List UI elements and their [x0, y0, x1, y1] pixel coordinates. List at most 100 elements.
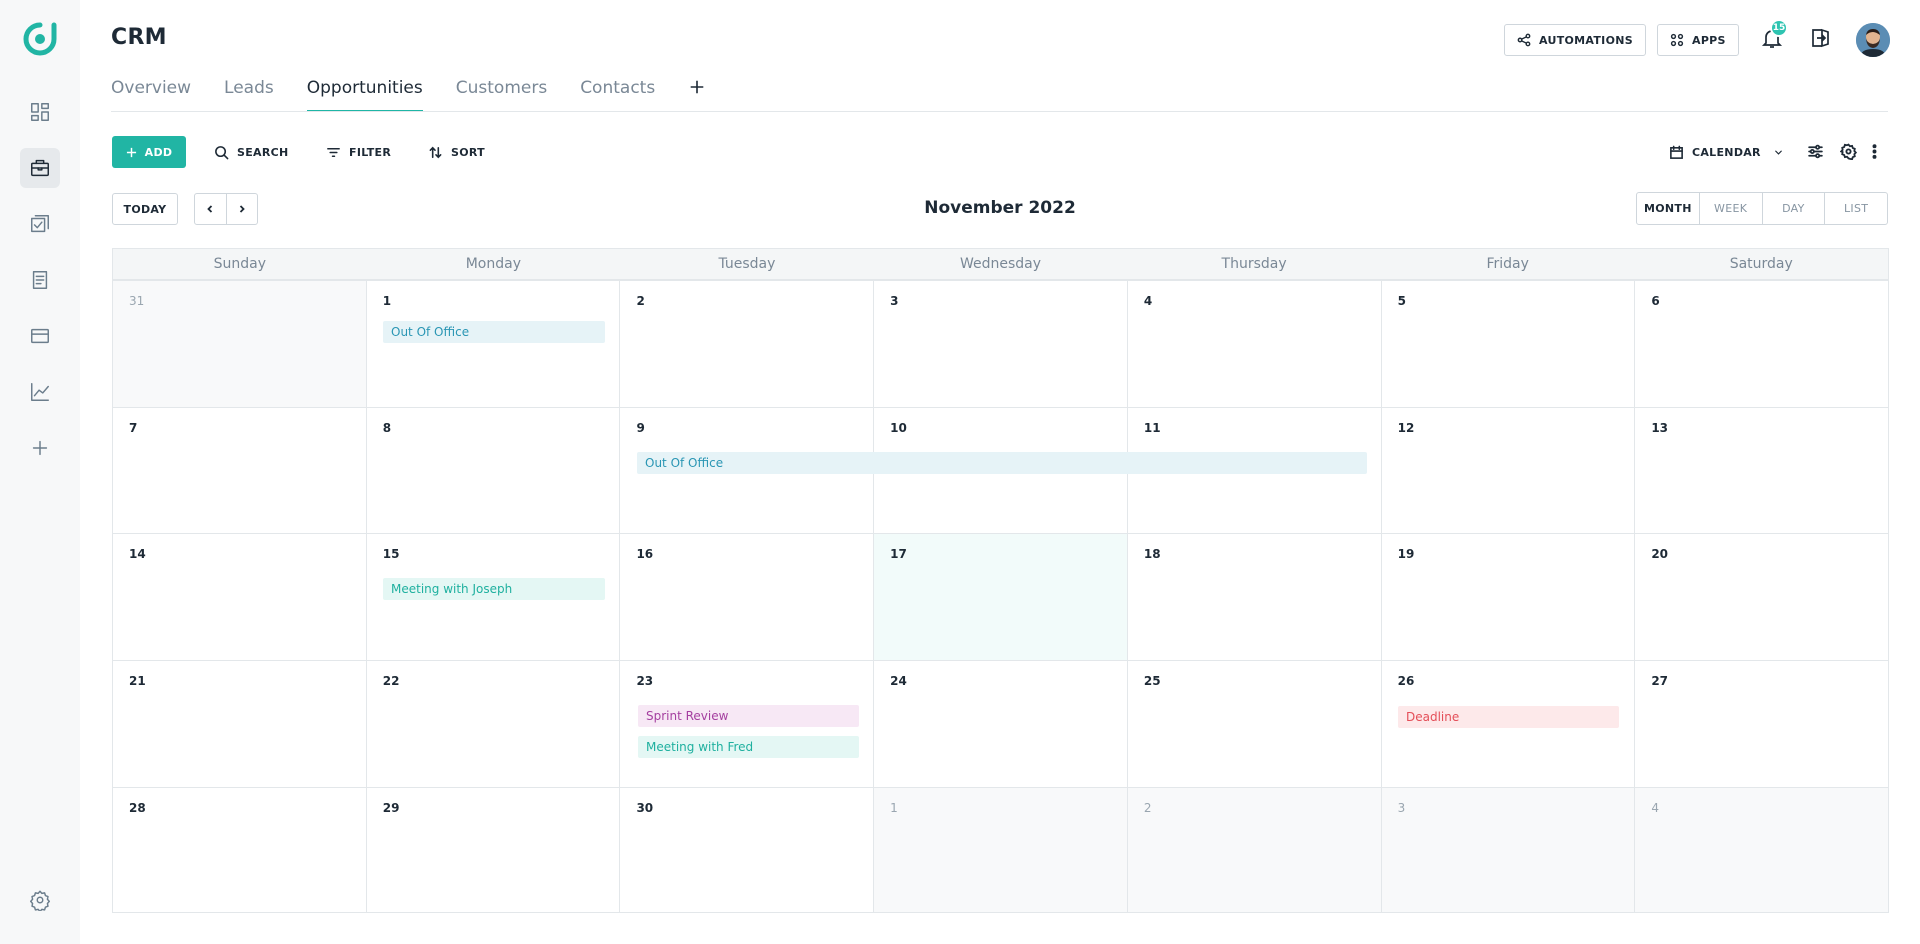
- calendar-event[interactable]: Meeting with Fred: [638, 736, 859, 758]
- day-number: 18: [1143, 547, 1161, 561]
- calendar-week: 28 29 30 1 2 3 4: [113, 787, 1889, 912]
- day-number: 21: [129, 674, 146, 688]
- day-number: 3: [1397, 801, 1406, 815]
- settings-button[interactable]: [1839, 143, 1858, 161]
- day-cell[interactable]: 2: [1126, 788, 1381, 912]
- tab-customers[interactable]: Customers: [456, 72, 547, 112]
- day-number: 1: [890, 801, 898, 815]
- weekday-header: Sunday Monday Tuesday Wednesday Thursday…: [113, 249, 1888, 280]
- day-number: 19: [1397, 547, 1415, 561]
- sidebar-item-opportunities[interactable]: [20, 148, 60, 188]
- day-cell[interactable]: 24: [873, 661, 1127, 787]
- sidebar-item-billing[interactable]: [20, 316, 60, 356]
- day-number: 7: [129, 421, 138, 435]
- filter-label: FILTER: [349, 145, 392, 159]
- calendar-event[interactable]: Out Of Office: [383, 321, 605, 343]
- day-number: 24: [890, 674, 907, 688]
- day-cell[interactable]: 22: [365, 661, 620, 787]
- view-switcher-dropdown[interactable]: CALENDAR: [1669, 136, 1784, 168]
- day-cell[interactable]: 7: [113, 408, 366, 533]
- day-cell[interactable]: 1: [365, 281, 620, 407]
- day-number: 25: [1143, 674, 1161, 688]
- sidebar-item-add[interactable]: [20, 428, 60, 468]
- apps-button[interactable]: APPS: [1657, 24, 1739, 56]
- day-cell[interactable]: 3: [1380, 788, 1635, 912]
- day-number: 26: [1397, 674, 1415, 688]
- previous-month-button[interactable]: [195, 194, 226, 224]
- day-cell-today[interactable]: 17: [873, 534, 1127, 660]
- day-cell[interactable]: 8: [365, 408, 620, 533]
- today-button[interactable]: TODAY: [112, 193, 178, 225]
- day-cell[interactable]: 18: [1126, 534, 1381, 660]
- day-number: 12: [1397, 421, 1415, 435]
- user-avatar[interactable]: [1856, 23, 1890, 57]
- briefcase-icon: [31, 159, 49, 177]
- day-cell[interactable]: 3: [873, 281, 1127, 407]
- adjust-view-button[interactable]: [1807, 143, 1825, 161]
- sidebar-item-tasks[interactable]: [20, 204, 60, 244]
- sort-button[interactable]: SORT: [428, 136, 485, 168]
- day-cell[interactable]: 19: [1380, 534, 1635, 660]
- add-tab-button[interactable]: [688, 72, 706, 112]
- day-cell[interactable]: 25: [1126, 661, 1381, 787]
- app-logo[interactable]: [23, 22, 57, 56]
- chevron-right-icon: [239, 205, 245, 213]
- filter-button[interactable]: FILTER: [326, 136, 391, 168]
- day-cell[interactable]: 30: [619, 788, 873, 912]
- weekday-label: Saturday: [1729, 256, 1793, 272]
- day-cell[interactable]: 4: [1126, 281, 1381, 407]
- module-tabs: Overview Leads Opportunities Customers C…: [111, 72, 706, 112]
- calendar-event[interactable]: Sprint Review: [638, 705, 859, 727]
- sidebar-item-dashboard[interactable]: [20, 92, 60, 132]
- day-cell[interactable]: 12: [1380, 408, 1635, 533]
- tab-contacts[interactable]: Contacts: [580, 72, 655, 112]
- search-button[interactable]: SEARCH: [214, 136, 289, 168]
- day-cell[interactable]: 2: [619, 281, 873, 407]
- weekday-label: Monday: [465, 256, 521, 272]
- day-number: 2: [1143, 801, 1152, 815]
- day-cell[interactable]: 4: [1634, 788, 1889, 912]
- day-cell[interactable]: 29: [365, 788, 620, 912]
- day-number: 28: [129, 801, 146, 815]
- chevron-down-icon: [1775, 150, 1782, 155]
- document-icon: [32, 271, 48, 289]
- calendar-event[interactable]: Deadline: [1398, 706, 1619, 728]
- chevron-left-icon: [207, 205, 213, 213]
- next-month-button[interactable]: [225, 194, 258, 224]
- day-number: 4: [1651, 801, 1659, 815]
- month-navigation: [194, 193, 258, 225]
- calendar-event[interactable]: Out Of Office: [637, 452, 1367, 474]
- day-number: 22: [382, 674, 400, 688]
- sidebar-item-settings[interactable]: [20, 880, 60, 920]
- plus-icon: [126, 147, 136, 157]
- view-day-button[interactable]: DAY: [1761, 193, 1825, 224]
- day-cell[interactable]: 5: [1380, 281, 1635, 407]
- view-list-button[interactable]: LIST: [1824, 193, 1887, 224]
- tab-overview[interactable]: Overview: [111, 72, 191, 112]
- view-month-button[interactable]: MONTH: [1637, 193, 1699, 224]
- tab-leads[interactable]: Leads: [224, 72, 274, 112]
- day-cell[interactable]: 6: [1634, 281, 1888, 407]
- day-cell[interactable]: 28: [113, 788, 366, 912]
- day-cell[interactable]: 16: [619, 534, 873, 660]
- day-cell[interactable]: 1: [873, 788, 1127, 912]
- day-cell[interactable]: 27: [1634, 661, 1888, 787]
- card-icon: [31, 328, 49, 344]
- filter-icon: [327, 147, 340, 157]
- automations-button[interactable]: AUTOMATIONS: [1504, 24, 1646, 56]
- day-cell[interactable]: 21: [113, 661, 366, 787]
- more-options-button[interactable]: [1866, 143, 1884, 161]
- logout-button[interactable]: [1808, 26, 1834, 52]
- calendar-event[interactable]: Meeting with Joseph: [383, 578, 605, 600]
- sidebar-item-reports[interactable]: [20, 372, 60, 412]
- day-cell[interactable]: 20: [1634, 534, 1888, 660]
- day-cell[interactable]: 14: [113, 534, 366, 660]
- view-week-button[interactable]: WEEK: [1698, 193, 1762, 224]
- add-button[interactable]: ADD: [112, 136, 186, 168]
- plus-icon: [32, 440, 48, 456]
- tab-opportunities[interactable]: Opportunities: [306, 72, 423, 112]
- day-cell[interactable]: 31: [113, 281, 366, 407]
- day-cell[interactable]: 13: [1634, 408, 1888, 533]
- logout-icon: [1812, 28, 1829, 48]
- sidebar-item-documents[interactable]: [20, 260, 60, 300]
